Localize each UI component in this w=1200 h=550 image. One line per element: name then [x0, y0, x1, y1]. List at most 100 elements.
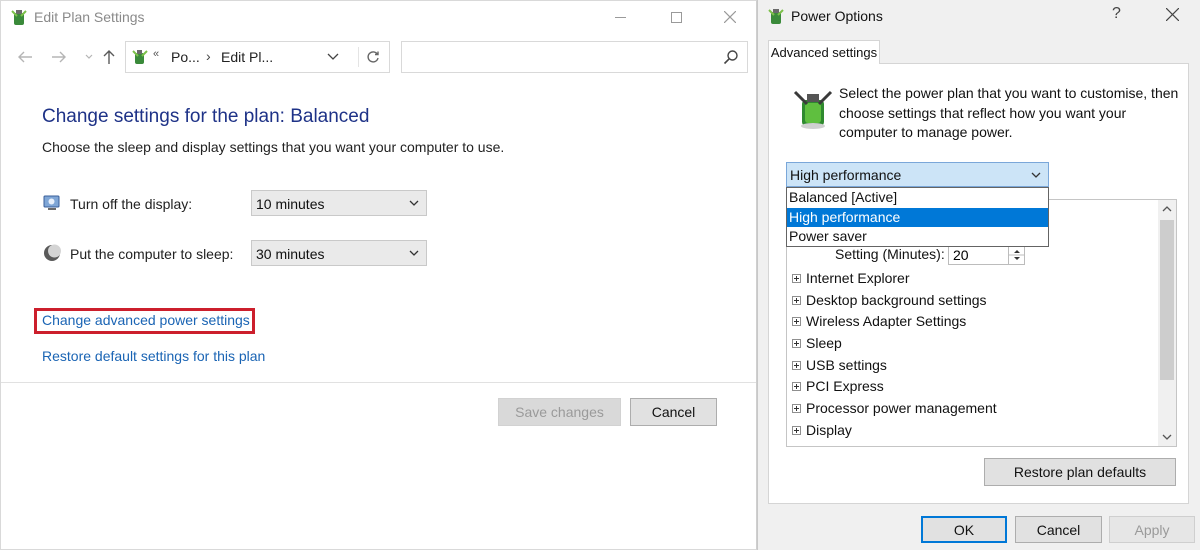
tree-item-label: Processor power management: [806, 400, 997, 416]
address-bar[interactable]: « Po... › Edit Pl...: [125, 41, 390, 73]
back-button[interactable]: [15, 47, 35, 67]
expand-icon[interactable]: [792, 381, 801, 391]
advanced-settings-panel: Select the power plan that you want to c…: [768, 63, 1189, 504]
power-options-icon: [768, 9, 784, 24]
expand-icon[interactable]: [792, 273, 801, 283]
tree-item[interactable]: Wireless Adapter Settings: [792, 311, 966, 331]
restore-plan-defaults-button[interactable]: Restore plan defaults: [984, 458, 1176, 486]
expand-icon[interactable]: [792, 403, 801, 413]
expand-icon[interactable]: [792, 425, 801, 435]
help-button[interactable]: ?: [1112, 5, 1121, 23]
tree-item[interactable]: Desktop background settings: [792, 290, 987, 310]
plan-options-list: Balanced [Active] High performance Power…: [786, 187, 1049, 247]
setting-minutes-spinner[interactable]: 20: [948, 245, 1025, 265]
tab-advanced-settings[interactable]: Advanced settings: [768, 40, 880, 64]
title-bar: Edit Plan Settings: [1, 1, 756, 33]
tree-item[interactable]: USB settings: [792, 355, 887, 375]
display-off-value: 10 minutes: [256, 196, 325, 212]
tree-item-label: PCI Express: [806, 378, 884, 394]
close-button[interactable]: [1165, 4, 1180, 26]
tree-item[interactable]: Processor power management: [792, 398, 997, 418]
page-subtitle: Choose the sleep and display settings th…: [42, 139, 505, 155]
apply-button[interactable]: Apply: [1109, 516, 1195, 543]
control-panel-icon: [132, 50, 148, 64]
scroll-thumb[interactable]: [1160, 220, 1174, 380]
tree-item[interactable]: Display: [792, 420, 852, 440]
tree-item[interactable]: Sleep: [792, 333, 842, 353]
tree-item-label: Desktop background settings: [806, 292, 987, 308]
tree-item-label: Internet Explorer: [806, 270, 910, 286]
power-options-dialog: Power Options ? Advanced settings Select…: [757, 0, 1200, 550]
breadcrumb-power-options[interactable]: Po...: [171, 49, 200, 65]
breadcrumb-edit-plan[interactable]: Edit Pl...: [221, 49, 273, 65]
plan-option-high-performance[interactable]: High performance: [787, 207, 1048, 227]
ok-button[interactable]: OK: [921, 516, 1007, 543]
change-advanced-settings-link[interactable]: Change advanced power settings: [42, 312, 250, 328]
spinner-buttons[interactable]: [1008, 246, 1025, 264]
tree-item-label: Sleep: [806, 335, 842, 351]
window-title: Edit Plan Settings: [34, 9, 145, 25]
selected-plan: High performance: [790, 167, 902, 183]
plan-option-power-saver[interactable]: Power saver: [787, 227, 1048, 247]
maximize-button[interactable]: [653, 3, 699, 31]
chevron-down-icon: [327, 53, 339, 60]
up-button[interactable]: [99, 47, 119, 67]
refresh-button[interactable]: [358, 47, 380, 67]
tree-item[interactable]: Internet Explorer: [792, 268, 910, 288]
minimize-icon: [614, 16, 626, 18]
recent-locations-button[interactable]: [79, 47, 99, 67]
minimize-button[interactable]: [597, 3, 643, 31]
navigation-bar: « Po... › Edit Pl...: [1, 39, 756, 75]
intro-text: Select the power plan that you want to c…: [839, 85, 1179, 140]
power-plan-icon: [11, 10, 27, 25]
sleep-label: Put the computer to sleep:: [70, 246, 234, 262]
arrow-left-icon: [18, 51, 32, 63]
spinner-arrows-icon: [1009, 250, 1025, 260]
expand-icon[interactable]: [792, 360, 801, 370]
display-off-label: Turn off the display:: [70, 196, 193, 212]
display-off-dropdown[interactable]: 10 minutes: [251, 190, 427, 216]
setting-minutes-value[interactable]: 20: [953, 247, 969, 263]
forward-button[interactable]: [49, 47, 69, 67]
breadcrumb-separator[interactable]: ›: [206, 48, 211, 64]
address-history-button[interactable]: [326, 48, 340, 66]
chevron-down-icon: [409, 250, 419, 256]
save-changes-button[interactable]: Save changes: [498, 398, 621, 426]
power-plan-dropdown[interactable]: High performance: [786, 162, 1049, 187]
maximize-icon: [670, 11, 682, 23]
battery-plug-icon: [793, 90, 833, 129]
chevron-down-icon: [409, 200, 419, 206]
setting-minutes-label: Setting (Minutes):: [835, 246, 945, 262]
plan-settings-content: Change settings for the plan: Balanced C…: [1, 81, 756, 383]
close-icon: [1165, 7, 1180, 22]
arrow-right-icon: [52, 51, 66, 63]
expand-icon[interactable]: [792, 295, 801, 305]
refresh-icon: [366, 51, 379, 63]
chevron-up-icon: [1162, 206, 1172, 212]
close-button[interactable]: [707, 3, 753, 31]
plan-option-balanced[interactable]: Balanced [Active]: [787, 188, 1048, 208]
tree-item-label: USB settings: [806, 357, 887, 373]
scroll-up-button[interactable]: [1158, 200, 1176, 218]
tree-item[interactable]: PCI Express: [792, 376, 884, 396]
sleep-dropdown[interactable]: 30 minutes: [251, 240, 427, 266]
expand-icon[interactable]: [792, 316, 801, 326]
search-input[interactable]: [401, 41, 748, 73]
tree-item-label: Wireless Adapter Settings: [806, 313, 967, 329]
cancel-button[interactable]: Cancel: [630, 398, 717, 426]
breadcrumb-overflow[interactable]: «: [153, 48, 159, 60]
page-title: Change settings for the plan: Balanced: [42, 106, 370, 127]
expand-icon[interactable]: [792, 338, 801, 348]
chevron-down-icon: [1031, 172, 1041, 178]
tree-item-label: Display: [806, 422, 852, 438]
moon-sleep-icon: [44, 244, 61, 261]
restore-defaults-link[interactable]: Restore default settings for this plan: [42, 348, 265, 364]
sleep-value: 30 minutes: [256, 246, 325, 262]
chevron-down-icon: [85, 54, 93, 59]
arrow-up-icon: [103, 50, 115, 64]
cancel-button[interactable]: Cancel: [1015, 516, 1102, 543]
scroll-down-button[interactable]: [1158, 428, 1176, 446]
chevron-down-icon: [1162, 434, 1172, 440]
tree-scrollbar[interactable]: [1158, 200, 1176, 446]
monitor-icon: [43, 195, 60, 210]
